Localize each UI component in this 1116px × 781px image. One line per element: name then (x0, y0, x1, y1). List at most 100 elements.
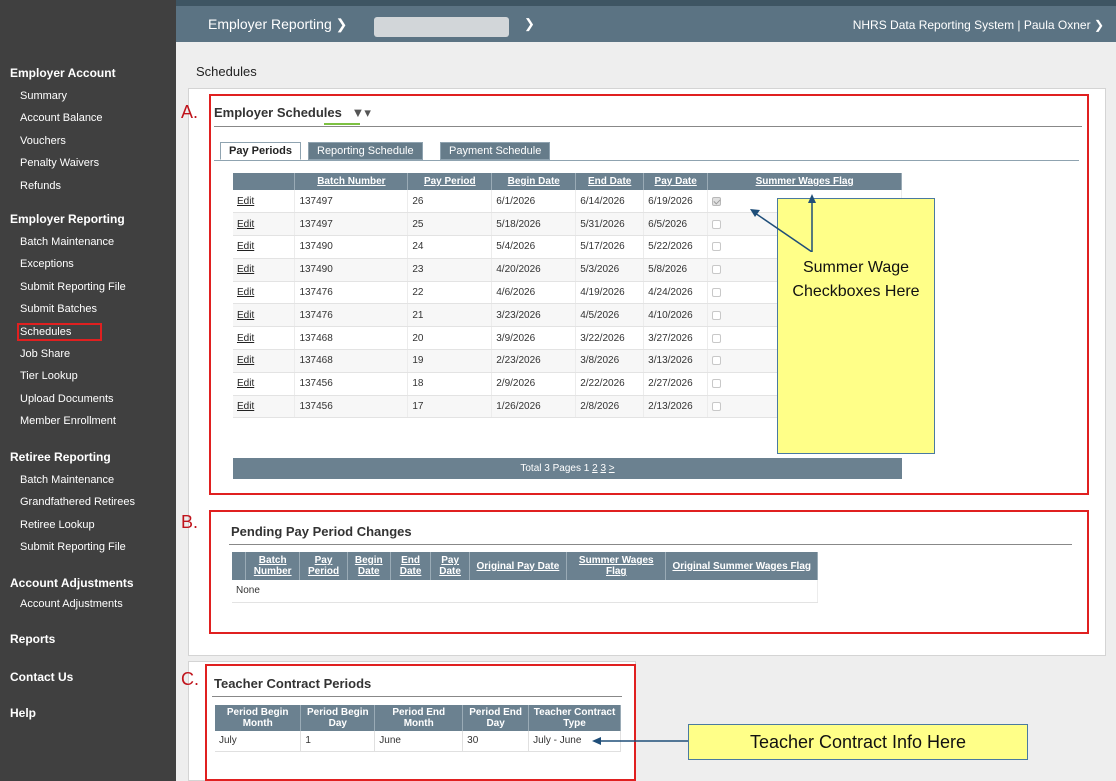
edit-link[interactable]: Edit (233, 258, 296, 282)
edit-link[interactable]: Edit (233, 212, 296, 237)
edit-link[interactable]: Edit (233, 372, 296, 396)
pay-period-cell: 26 (407, 190, 493, 214)
edit-link[interactable]: Edit (233, 190, 296, 214)
sidebar-section-help[interactable]: Help (10, 706, 36, 720)
sidebar-item-batch-maintenance[interactable]: Batch Maintenance (20, 474, 114, 486)
teacher-contract-table: Period Begin Month Period Begin Day Peri… (215, 705, 621, 752)
column-header-batch-number[interactable]: Batch Number (294, 173, 409, 190)
period-begin-day: 1 (300, 731, 376, 752)
edit-link[interactable]: Edit (233, 326, 296, 351)
summer-wages-checkbox[interactable] (712, 379, 722, 389)
sidebar-item-submit-reporting-file[interactable]: Submit Reporting File (20, 541, 126, 553)
summer-wages-checkbox[interactable] (712, 333, 722, 343)
summer-wages-checkbox[interactable] (712, 196, 722, 206)
summer-wages-checkbox[interactable] (712, 219, 722, 229)
pay-date-cell: 6/5/2026 (643, 212, 709, 237)
pay-date-cell: 4/24/2026 (643, 281, 709, 305)
column-header-begin-date[interactable]: Begin Date (347, 552, 391, 580)
pay-date-cell: 5/22/2026 (643, 235, 709, 259)
pay-period-cell: 22 (407, 281, 493, 305)
sidebar-item-retiree-lookup[interactable]: Retiree Lookup (20, 519, 95, 531)
tab-reporting-schedule[interactable]: Reporting Schedule (308, 142, 423, 160)
filter-icon[interactable]: ▼▾ (352, 105, 371, 120)
sidebar-item-summary[interactable]: Summary (20, 90, 67, 102)
summer-wages-checkbox[interactable] (712, 265, 722, 275)
column-header-end-date[interactable]: End Date (575, 173, 645, 190)
sidebar-item-submit-batches[interactable]: Submit Batches (20, 303, 97, 315)
empty-state-text: None (232, 580, 818, 603)
edit-link[interactable]: Edit (233, 281, 296, 305)
summer-wages-checkbox[interactable] (712, 401, 722, 411)
sidebar-section-retiree-reporting: Retiree Reporting (10, 450, 111, 464)
arrow-icon (750, 194, 816, 252)
pager-link-2[interactable]: 2 (592, 463, 598, 474)
sidebar-section-reports[interactable]: Reports (10, 632, 55, 646)
table-row: None (232, 580, 818, 603)
tab-pay-periods[interactable]: Pay Periods (220, 142, 301, 160)
period-begin-month: July (215, 731, 302, 752)
tab-panel-border (214, 160, 1079, 161)
employer-select[interactable] (374, 17, 509, 37)
column-header-pay-period[interactable]: Pay Period (299, 552, 348, 580)
sidebar-item-exceptions[interactable]: Exceptions (20, 258, 74, 270)
user-menu[interactable]: NHRS Data Reporting System | Paula Oxner… (853, 18, 1104, 32)
column-header-begin-date[interactable]: Begin Date (491, 173, 577, 190)
begin-date-cell: 4/6/2026 (491, 281, 577, 305)
begin-date-cell: 2/23/2026 (491, 349, 577, 373)
sidebar-item-refunds[interactable]: Refunds (20, 180, 61, 192)
sidebar-section-employer-account: Employer Account (10, 66, 116, 80)
column-header-pay-date[interactable]: Pay Date (643, 173, 709, 190)
end-date-cell: 4/19/2026 (575, 281, 645, 305)
column-header-summer-wages-flag[interactable]: Summer Wages Flag (566, 552, 667, 580)
sidebar-item-schedules[interactable]: Schedules (16, 322, 103, 341)
sidebar-item-job-share[interactable]: Job Share (20, 348, 70, 360)
sidebar-item-grandfathered-retirees[interactable]: Grandfathered Retirees (20, 496, 135, 508)
edit-link[interactable]: Edit (233, 303, 296, 328)
pay-date-cell: 5/8/2026 (643, 258, 709, 282)
column-header-original-pay-date[interactable]: Original Pay Date (469, 552, 568, 580)
sidebar-item-batch-maintenance[interactable]: Batch Maintenance (20, 236, 114, 248)
sidebar-item-tier-lookup[interactable]: Tier Lookup (20, 370, 78, 382)
employer-reporting-menu[interactable]: Employer Reporting ❯ (208, 16, 347, 33)
section-divider (212, 696, 622, 697)
column-header-period-begin-day: Period Begin Day (300, 705, 376, 731)
column-header-end-date[interactable]: End Date (390, 552, 432, 580)
pager-link-3[interactable]: 3 (600, 463, 606, 474)
column-header-period-begin-month: Period Begin Month (215, 705, 302, 731)
edit-link[interactable]: Edit (233, 395, 296, 419)
pending-changes-table: Batch Number Pay Period Begin Date End D… (232, 552, 818, 603)
end-date-cell: 3/22/2026 (575, 326, 645, 351)
sidebar-item-member-enrollment[interactable]: Member Enrollment (20, 415, 116, 427)
edit-link[interactable]: Edit (233, 349, 296, 373)
batch-number-cell: 137490 (294, 235, 409, 259)
tab-payment-schedule[interactable]: Payment Schedule (440, 142, 551, 160)
batch-number-cell: 137468 (294, 326, 409, 351)
sidebar-item-upload-documents[interactable]: Upload Documents (20, 393, 114, 405)
summer-wages-checkbox[interactable] (712, 242, 722, 252)
section-label-a: A. (181, 102, 199, 122)
sidebar-item-account-balance[interactable]: Account Balance (20, 112, 103, 124)
column-header-original-summer-wages-flag[interactable]: Original Summer Wages Flag (665, 552, 818, 580)
summer-wages-checkbox[interactable] (712, 287, 722, 297)
pager-link-next[interactable]: > (609, 463, 615, 474)
sidebar-section-contact-us[interactable]: Contact Us (10, 670, 73, 684)
summer-wages-checkbox[interactable] (712, 310, 722, 320)
schedule-tabs: Pay Periods Reporting Schedule Payment S… (220, 142, 580, 160)
employer-schedules-title-text: Employer Schedules (214, 105, 342, 120)
pay-period-cell: 24 (407, 235, 493, 259)
pending-header-row: Batch Number Pay Period Begin Date End D… (232, 552, 818, 580)
sidebar-item-penalty-waivers[interactable]: Penalty Waivers (20, 157, 99, 169)
column-header-pay-date[interactable]: Pay Date (430, 552, 470, 580)
sidebar-item-vouchers[interactable]: Vouchers (20, 135, 66, 147)
begin-date-cell: 5/4/2026 (491, 235, 577, 259)
column-header-summer-wages-flag[interactable]: Summer Wages Flag (707, 173, 902, 190)
sidebar-item-account-adjustments[interactable]: Account Adjustments (20, 598, 123, 610)
chevron-down-icon[interactable]: ❯ (524, 16, 535, 32)
column-header-pay-period[interactable]: Pay Period (407, 173, 493, 190)
period-end-day: 30 (462, 731, 530, 752)
column-header-batch-number[interactable]: Batch Number (245, 552, 301, 580)
edit-link[interactable]: Edit (233, 235, 296, 259)
summer-wages-checkbox[interactable] (712, 356, 722, 366)
pay-date-cell: 6/19/2026 (643, 190, 709, 214)
sidebar-item-submit-reporting-file[interactable]: Submit Reporting File (20, 281, 126, 293)
